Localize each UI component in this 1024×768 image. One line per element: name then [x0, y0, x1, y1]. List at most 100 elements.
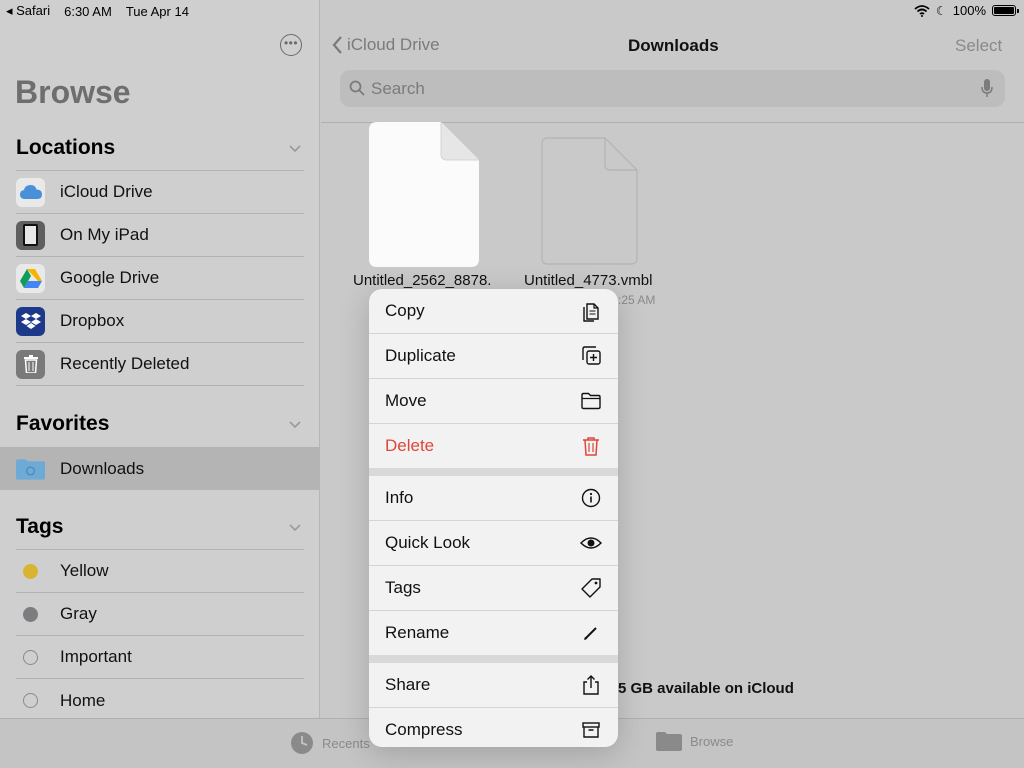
battery-percent: 100%	[952, 3, 986, 18]
more-options-button[interactable]: •••	[280, 34, 302, 56]
tag-empty-dot	[23, 649, 38, 665]
chevron-left-icon	[332, 36, 342, 54]
sidebar-item-on-my-ipad[interactable]: On My iPad	[16, 214, 304, 257]
file-preview-selected[interactable]	[369, 122, 479, 267]
menu-item-info[interactable]: Info	[369, 476, 618, 520]
tag-color-dot	[23, 563, 38, 579]
favorites-header[interactable]: Favorites	[16, 412, 109, 436]
sidebar-item-label: iCloud Drive	[60, 182, 153, 201]
storage-info: 5 GB available on iCloud	[618, 680, 794, 697]
menu-item-copy[interactable]: Copy	[369, 289, 618, 333]
sidebar-item-tag-gray[interactable]: Gray	[16, 593, 304, 636]
dropbox-icon	[16, 306, 45, 336]
menu-item-label: Duplicate	[385, 346, 456, 365]
clock-icon	[291, 732, 313, 754]
wifi-icon	[914, 4, 930, 17]
icloud-icon	[16, 177, 45, 207]
moon-icon: ☾	[935, 3, 947, 18]
tab-label: Browse	[690, 733, 734, 749]
sidebar-item-label: Dropbox	[60, 311, 125, 330]
trash-icon	[16, 349, 45, 379]
folder-icon	[16, 454, 45, 483]
folder-icon	[656, 732, 682, 751]
trash-icon	[583, 437, 599, 456]
tab-browse[interactable]: Browse	[656, 731, 733, 751]
ipad-icon	[16, 220, 45, 250]
sidebar-item-google-drive[interactable]: Google Drive	[16, 257, 304, 300]
share-icon	[583, 675, 599, 695]
duplicate-icon	[582, 346, 601, 365]
archive-icon	[582, 722, 600, 738]
back-to-app[interactable]: ◂ Safari	[6, 3, 50, 19]
google-drive-icon	[16, 263, 45, 293]
tags-header[interactable]: Tags	[16, 515, 63, 539]
file-date: :25 AM	[618, 293, 656, 307]
locations-header[interactable]: Locations	[16, 136, 115, 160]
tag-empty-dot	[23, 693, 38, 708]
tag-color-dot	[23, 606, 38, 622]
sidebar-item-icloud-drive[interactable]: iCloud Drive	[16, 171, 304, 214]
menu-item-tags[interactable]: Tags	[369, 566, 618, 610]
eye-icon	[580, 537, 602, 549]
file-icon[interactable]	[541, 137, 638, 265]
tag-icon	[581, 578, 601, 598]
sidebar-item-dropbox[interactable]: Dropbox	[16, 300, 304, 343]
sidebar-item-recently-deleted[interactable]: Recently Deleted	[16, 343, 304, 386]
menu-item-quick-look[interactable]: Quick Look	[369, 521, 618, 565]
back-button[interactable]: iCloud Drive	[332, 35, 440, 55]
context-menu: Copy Duplicate Move Delete Info Quick Lo…	[369, 289, 618, 747]
menu-item-share[interactable]: Share	[369, 663, 618, 707]
file-name: Untitled_2562_8878.	[353, 272, 492, 289]
sidebar-item-tag-home[interactable]: Home	[16, 679, 304, 722]
sidebar: ••• Browse Locations iCloud Drive On My …	[0, 0, 320, 718]
menu-item-label: Compress	[385, 720, 463, 739]
microphone-icon[interactable]	[981, 79, 993, 98]
page-title: Downloads	[628, 36, 719, 55]
chevron-down-icon[interactable]	[289, 521, 301, 533]
sidebar-item-label: Important	[60, 647, 132, 666]
copy-icon	[583, 303, 599, 322]
menu-item-label: Quick Look	[385, 533, 471, 552]
status-bar: ◂ Safari 6:30 AM Tue Apr 14 ☾ 100%	[0, 0, 1024, 20]
menu-item-delete[interactable]: Delete	[369, 424, 618, 468]
tab-recents[interactable]: Recents	[290, 731, 370, 755]
menu-item-rename[interactable]: Rename	[369, 611, 618, 655]
menu-item-compress[interactable]: Compress	[369, 708, 618, 747]
chevron-down-icon[interactable]	[289, 142, 301, 154]
sidebar-item-label: Home	[60, 690, 106, 710]
sidebar-item-label: Downloads	[60, 458, 145, 478]
sidebar-title: Browse	[15, 74, 131, 110]
menu-item-label: Info	[385, 488, 414, 507]
search-icon	[349, 80, 365, 96]
menu-item-label: Delete	[385, 436, 435, 455]
back-app-label: Safari	[16, 3, 51, 18]
sidebar-item-downloads[interactable]: Downloads	[16, 447, 304, 490]
menu-item-label: Move	[385, 391, 427, 410]
menu-group-separator	[369, 655, 618, 663]
sidebar-item-label: Yellow	[60, 561, 109, 580]
sidebar-item-tag-important[interactable]: Important	[16, 636, 304, 679]
search-field[interactable]: Search	[340, 70, 1005, 107]
battery-icon	[992, 5, 1019, 16]
sidebar-item-label: On My iPad	[60, 225, 149, 244]
file-name: Untitled_4773.vmbl	[524, 272, 653, 289]
menu-group-separator	[369, 468, 618, 476]
chevron-down-icon[interactable]	[289, 418, 301, 430]
menu-item-label: Rename	[385, 623, 450, 642]
select-button[interactable]: Select	[955, 36, 1002, 56]
menu-item-label: Copy	[385, 301, 425, 320]
back-button-label: iCloud Drive	[347, 35, 440, 54]
sidebar-item-label: Gray	[60, 604, 97, 623]
menu-item-move[interactable]: Move	[369, 379, 618, 423]
menu-item-label: Tags	[385, 578, 421, 597]
sidebar-item-tag-yellow[interactable]: Yellow	[16, 550, 304, 593]
sidebar-item-label: Recently Deleted	[60, 354, 190, 373]
menu-item-label: Share	[385, 675, 431, 694]
pencil-icon	[584, 627, 597, 640]
menu-item-duplicate[interactable]: Duplicate	[369, 334, 618, 378]
status-date: Tue Apr 14	[125, 3, 189, 19]
status-time: 6:30 AM	[64, 3, 112, 19]
sidebar-item-label: Google Drive	[60, 268, 160, 287]
tab-label: Recents	[322, 735, 370, 751]
folder-icon	[581, 392, 601, 410]
